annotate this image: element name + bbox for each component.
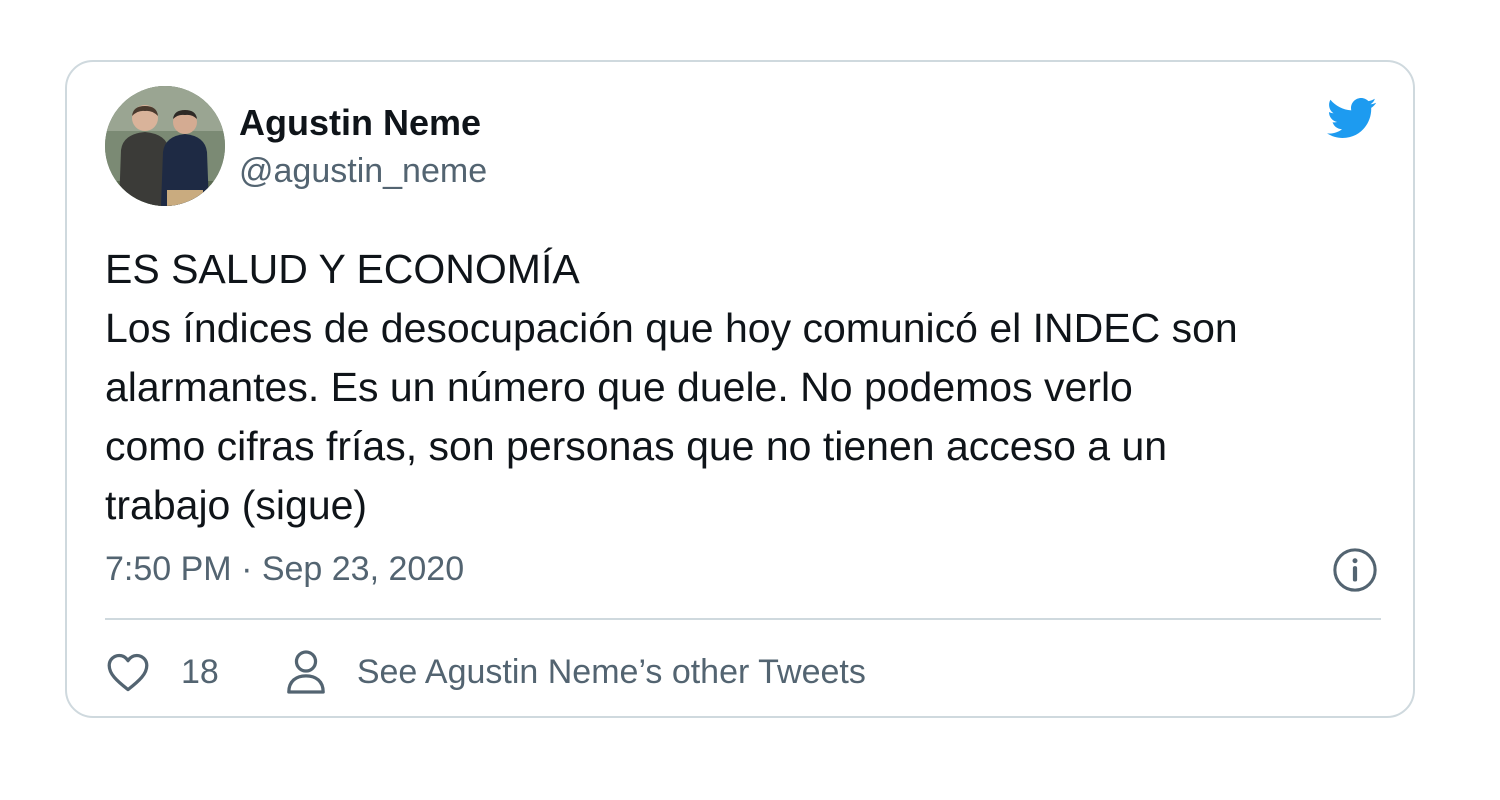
tweet-text-line: trabajo (sigue) xyxy=(105,482,368,528)
tweet-text: ES SALUD Y ECONOMÍA Los índices de desoc… xyxy=(105,240,1395,535)
tweet-text-line: ES SALUD Y ECONOMÍA xyxy=(105,246,580,292)
person-icon[interactable] xyxy=(285,649,327,695)
tweet-text-line: alarmantes. Es un número que duele. No p… xyxy=(105,364,1133,410)
tweet-timestamp[interactable]: 7:50 PM · Sep 23, 2020 xyxy=(105,550,464,589)
author-name[interactable]: Agustin Neme xyxy=(239,102,481,144)
author-handle[interactable]: @agustin_neme xyxy=(239,152,487,191)
tweet-actions: 18 See Agustin Neme’s other Tweets xyxy=(105,648,866,696)
tweet-card[interactable]: Agustin Neme @agustin_neme ES SALUD Y EC… xyxy=(65,60,1415,718)
avatar-photo xyxy=(105,86,225,206)
tweet-text-line: Los índices de desocupación que hoy comu… xyxy=(105,305,1238,351)
twitter-bird-icon[interactable] xyxy=(1322,92,1380,144)
heart-icon[interactable] xyxy=(105,649,151,695)
info-icon[interactable] xyxy=(1332,547,1378,593)
see-other-tweets-link[interactable]: See Agustin Neme’s other Tweets xyxy=(357,653,866,692)
tweet-text-line: como cifras frías, son personas que no t… xyxy=(105,423,1168,469)
avatar[interactable] xyxy=(105,86,225,206)
like-count[interactable]: 18 xyxy=(181,653,219,692)
footer-divider xyxy=(105,618,1381,620)
